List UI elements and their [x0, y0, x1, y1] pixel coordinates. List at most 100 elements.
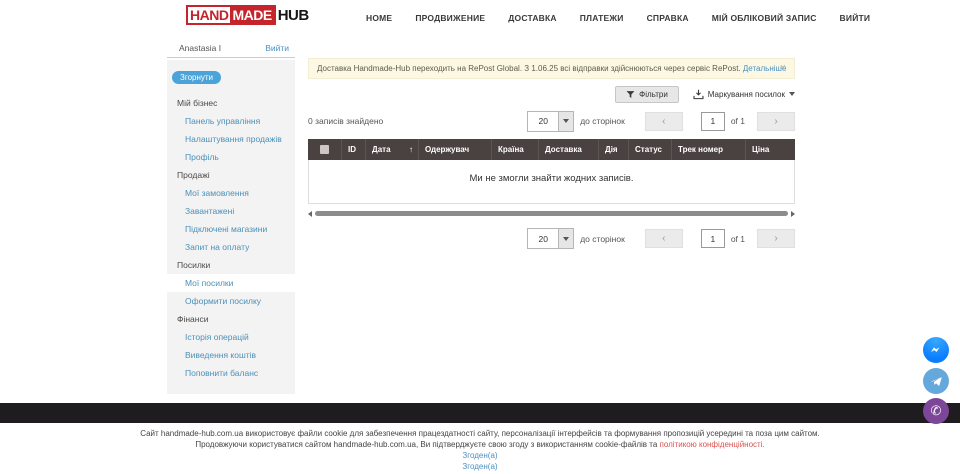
page-number-input[interactable]: [701, 112, 725, 131]
sidebar-item-sales-settings[interactable]: Налаштування продажів: [167, 130, 295, 148]
sidebar-item-create-parcel[interactable]: Оформити посилку: [167, 292, 295, 310]
sidebar: Anastasia I Вийти Згорнути Мій бізнес Па…: [167, 38, 295, 394]
column-header-delivery[interactable]: Доставка: [538, 139, 598, 160]
select-all-cell: [308, 139, 341, 160]
logo-hand-text: HAND: [188, 7, 230, 23]
sidebar-item-withdraw-funds[interactable]: Виведення коштів: [167, 346, 295, 364]
next-page-button[interactable]: ›: [757, 112, 795, 131]
sidebar-item-dashboard[interactable]: Панель управління: [167, 112, 295, 130]
handmade-hub-logo[interactable]: HAND MADE HUB: [186, 5, 309, 25]
pagination-bottom-row: 20 до сторінок ‹ of 1 ›: [308, 228, 795, 249]
scrollbar-thumb[interactable]: [315, 211, 788, 216]
sidebar-section-my-business: Мій бізнес: [167, 94, 295, 112]
select-caret-box: [558, 229, 573, 248]
nav-help[interactable]: СПРАВКА: [647, 13, 689, 23]
logo-badge: HAND MADE: [186, 5, 276, 25]
sidebar-logout-link[interactable]: Вийти: [265, 43, 289, 53]
per-page-value: 20: [528, 112, 558, 131]
sidebar-item-payment-request[interactable]: Запит на оплату: [167, 238, 295, 256]
results-row: 0 записів знайдено 20 до сторінок ‹ of 1…: [308, 111, 795, 131]
column-header-recipient[interactable]: Одержувач: [418, 139, 491, 160]
banner-message: Доставка Handmade-Hub переходить на RePo…: [317, 64, 743, 73]
sidebar-item-my-parcels[interactable]: Мої посилки: [167, 274, 295, 292]
table-header-row: ID Дата ↑ Одержувач Країна Доставка Дія …: [308, 139, 795, 160]
cookie-text-line2-prefix: Продовжуючи користуватися сайтом handmad…: [195, 440, 659, 449]
sidebar-section-sales: Продажі: [167, 166, 295, 184]
filters-button[interactable]: Фільтри: [615, 86, 679, 103]
parcel-marking-label: Маркування посилок: [708, 90, 785, 99]
page-of-label: of 1: [731, 234, 745, 244]
collapse-button[interactable]: Згорнути: [172, 71, 221, 84]
chevron-down-icon: [563, 119, 569, 123]
scroll-right-arrow-icon[interactable]: [791, 211, 795, 217]
viber-button[interactable]: ✆: [923, 398, 949, 424]
nav-delivery[interactable]: ДОСТАВКА: [508, 13, 556, 23]
next-page-button-bottom[interactable]: ›: [757, 229, 795, 248]
logo-made-text: MADE: [230, 7, 273, 23]
nav-payments[interactable]: ПЛАТЕЖИ: [580, 13, 624, 23]
page-number-input-bottom[interactable]: [701, 229, 725, 248]
per-page-select[interactable]: 20: [527, 111, 574, 132]
sidebar-section-finance: Фінанси: [167, 310, 295, 328]
sidebar-item-operation-history[interactable]: Історія операцій: [167, 328, 295, 346]
sidebar-item-connected-shops[interactable]: Підключені магазини: [167, 220, 295, 238]
agree-link-2[interactable]: Згоден(а): [0, 461, 960, 472]
repost-notice-banner: Доставка Handmade-Hub переходить на RePo…: [308, 58, 795, 79]
select-all-checkbox[interactable]: [320, 145, 329, 154]
records-found-text: 0 записів знайдено: [308, 116, 383, 126]
column-header-price[interactable]: Ціна: [745, 139, 795, 160]
sidebar-menu: Мій бізнес Панель управління Налаштуванн…: [167, 94, 295, 382]
cookie-text-line2: Продовжуючи користуватися сайтом handmad…: [0, 440, 960, 451]
filter-funnel-icon: [626, 90, 635, 99]
column-header-date-label: Дата: [372, 145, 391, 154]
chevron-down-icon: [563, 237, 569, 241]
main-content: Доставка Handmade-Hub переходить на RePo…: [308, 58, 795, 249]
user-row: Anastasia I Вийти: [167, 38, 295, 58]
banner-text: Доставка Handmade-Hub переходить на RePo…: [317, 64, 786, 73]
nav-home[interactable]: HOME: [366, 13, 392, 23]
per-page-select-bottom[interactable]: 20: [527, 228, 574, 249]
download-tray-icon: [693, 89, 704, 100]
sidebar-item-uploaded[interactable]: Завантажені: [167, 202, 295, 220]
cookie-footer: Сайт handmade-hub.com.ua використовує фа…: [0, 429, 960, 472]
select-caret-box: [558, 112, 573, 131]
column-header-status[interactable]: Статус: [628, 139, 671, 160]
privacy-policy-link[interactable]: політикою конфіденційності.: [660, 440, 765, 449]
per-page-value: 20: [528, 229, 558, 248]
column-header-country[interactable]: Країна: [491, 139, 538, 160]
scroll-left-arrow-icon[interactable]: [308, 211, 312, 217]
telegram-button[interactable]: [923, 368, 949, 394]
prev-page-button[interactable]: ‹: [645, 112, 683, 131]
column-header-action[interactable]: Дія: [598, 139, 628, 160]
column-header-id[interactable]: ID: [341, 139, 365, 160]
top-header: HAND MADE HUB HOME ПРОДВИЖЕНИЕ ДОСТАВКА …: [0, 0, 960, 36]
column-header-date[interactable]: Дата ↑: [365, 139, 418, 160]
messenger-button[interactable]: [923, 337, 949, 363]
parcel-marking-button[interactable]: Маркування посилок: [693, 89, 795, 100]
horizontal-scrollbar: [308, 210, 795, 217]
sidebar-item-my-orders[interactable]: Мої замовлення: [167, 184, 295, 202]
pagination-bottom: 20 до сторінок ‹ of 1 ›: [527, 228, 795, 249]
sidebar-item-profile[interactable]: Профіль: [167, 148, 295, 166]
per-page-label: до сторінок: [580, 234, 625, 244]
agree-link-1[interactable]: Згоден(а): [0, 450, 960, 461]
close-icon[interactable]: ×: [780, 63, 786, 74]
prev-page-button-bottom[interactable]: ‹: [645, 229, 683, 248]
nav-my-account[interactable]: МІЙ ОБЛІКОВИЙ ЗАПИС: [712, 13, 817, 23]
telegram-plane-icon: [929, 374, 944, 389]
nav-logout[interactable]: ВИЙТИ: [840, 13, 871, 23]
user-name: Anastasia I: [179, 43, 221, 53]
per-page-label: до сторінок: [580, 116, 625, 126]
cookie-text-line1: Сайт handmade-hub.com.ua використовує фа…: [0, 429, 960, 440]
table-body: Ми не змогли знайти жодних записів.: [308, 160, 795, 204]
column-header-track-number[interactable]: Трек номер: [671, 139, 745, 160]
toolbar: Фільтри Маркування посилок: [308, 85, 795, 103]
messenger-bolt-icon: [928, 342, 944, 358]
chevron-down-icon: [789, 92, 795, 96]
main-nav: HOME ПРОДВИЖЕНИЕ ДОСТАВКА ПЛАТЕЖИ СПРАВК…: [366, 0, 870, 36]
nav-promotion[interactable]: ПРОДВИЖЕНИЕ: [415, 13, 485, 23]
empty-table-message: Ми не змогли знайти жодних записів.: [309, 160, 794, 184]
sidebar-item-top-up-balance[interactable]: Поповнити баланс: [167, 364, 295, 382]
filters-button-label: Фільтри: [639, 90, 668, 99]
logo-hub-text: HUB: [278, 7, 309, 24]
